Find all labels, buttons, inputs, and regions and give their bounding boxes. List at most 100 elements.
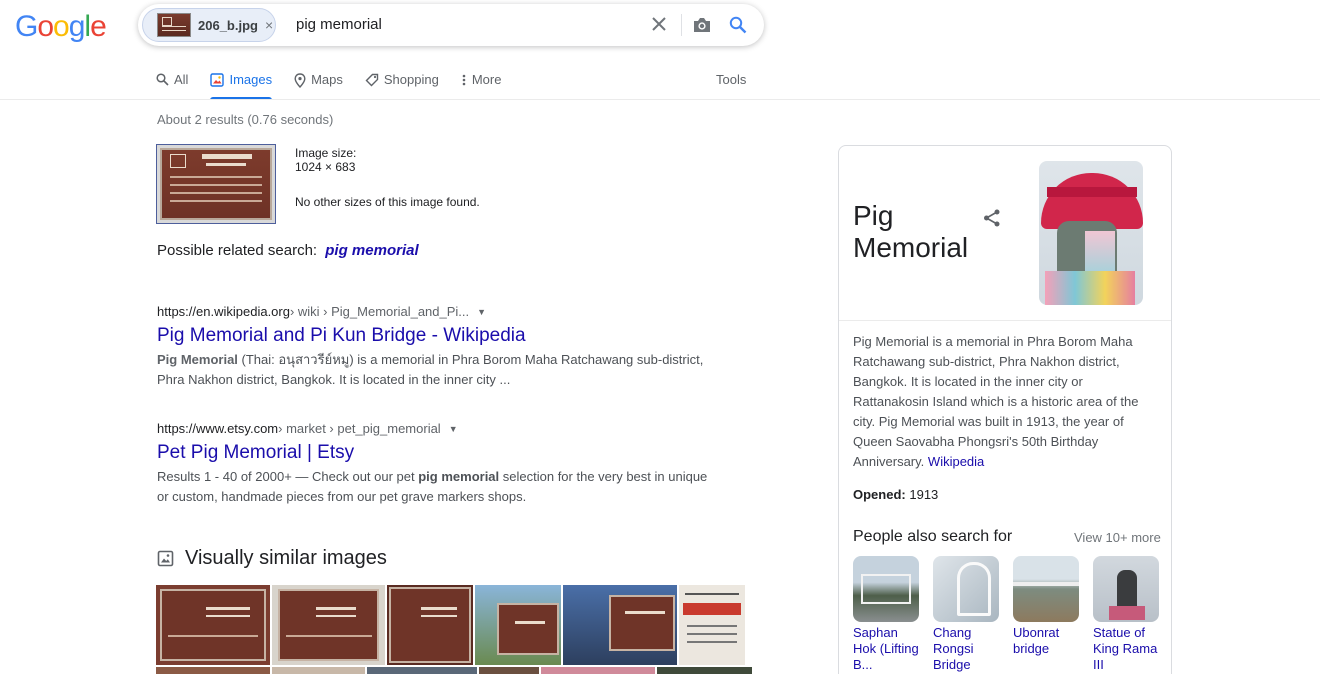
similar-image[interactable] (657, 667, 752, 674)
kp-divider (839, 320, 1171, 321)
image-icon (210, 73, 225, 87)
similar-image[interactable] (563, 585, 677, 665)
tab-label: All (174, 72, 189, 87)
result-domain: https://en.wikipedia.org (157, 304, 290, 319)
logo-letter: o (53, 10, 70, 43)
related-search-link[interactable]: pig memorial (325, 242, 418, 259)
kp-image[interactable] (1039, 161, 1143, 305)
result-title-link[interactable]: Pet Pig Memorial | Etsy (157, 441, 717, 465)
tab-all[interactable]: All (156, 72, 188, 100)
pas-label: Chang Rongsi Bridge (933, 625, 974, 672)
similar-image[interactable] (156, 585, 270, 665)
search-box: 206_b.jpg × pig memorial (138, 4, 764, 46)
similar-image[interactable] (679, 585, 745, 665)
pas-thumbnail (1093, 556, 1159, 622)
pas-label: Ubonrat bridge (1013, 625, 1060, 656)
visually-similar-title: Visually similar images (185, 547, 387, 569)
similar-image[interactable] (367, 667, 477, 674)
view-more-link[interactable]: View 10+ more (1074, 530, 1161, 545)
search-input[interactable]: pig memorial (296, 16, 382, 33)
header-divider (0, 99, 1320, 100)
image-chip[interactable]: 206_b.jpg × (142, 8, 276, 42)
tab-shopping[interactable]: Shopping (365, 72, 439, 100)
pas-thumbnail (1013, 556, 1079, 622)
tag-icon (365, 73, 379, 87)
similar-image[interactable] (541, 667, 655, 674)
result-url[interactable]: https://www.etsy.com › market › pet_pig_… (157, 421, 717, 436)
logo-letter: G (15, 10, 38, 43)
kp-opened-label: Opened: (853, 487, 906, 502)
kp-source-link[interactable]: Wikipedia (928, 454, 984, 469)
similar-images-strip (156, 585, 747, 665)
no-other-sizes: No other sizes of this image found. (295, 195, 480, 209)
kp-opened: Opened: 1913 (853, 487, 938, 502)
share-icon[interactable] (982, 208, 1002, 233)
search-tabs: All Images Maps Shopping More (156, 72, 523, 100)
pas-thumbnail (853, 556, 919, 622)
chevron-down-icon[interactable]: ▼ (449, 424, 458, 434)
tools-button[interactable]: Tools (716, 72, 746, 87)
people-also-search-heading: People also search for (853, 528, 1013, 545)
result-path: › market › pet_pig_memorial (278, 421, 441, 436)
result-domain: https://www.etsy.com (157, 421, 279, 436)
image-icon (157, 550, 174, 567)
search-divider (681, 14, 682, 36)
pas-thumbnail (933, 556, 999, 622)
tab-maps[interactable]: Maps (294, 72, 343, 100)
search-icon (156, 73, 169, 86)
visually-similar-heading: Visually similar images (157, 547, 387, 570)
snippet-text: (Thai: อนุสาวรีย์หมู) is a memorial in P… (157, 352, 704, 387)
tab-label: Maps (311, 72, 343, 87)
people-also-search-item[interactable]: Saphan Hok (Lifting B... (853, 556, 919, 673)
result-snippet: Pig Memorial (Thai: อนุสาวรีย์หมู) is a … (157, 350, 717, 390)
people-also-search-item[interactable]: Statue of King Rama III (1093, 556, 1159, 673)
tab-more[interactable]: More (461, 72, 502, 100)
search-result: https://www.etsy.com › market › pet_pig_… (157, 421, 717, 507)
similar-image[interactable] (272, 667, 365, 674)
more-vertical-icon (462, 74, 466, 86)
result-snippet: Results 1 - 40 of 2000+ — Check out our … (157, 467, 717, 507)
snippet-highlight: pig memorial (418, 469, 500, 484)
related-search: Possible related search: pig memorial (157, 242, 419, 259)
similar-image[interactable] (272, 585, 385, 665)
tab-images[interactable]: Images (210, 72, 272, 100)
image-size-value: 1024 × 683 (295, 160, 356, 174)
camera-icon[interactable] (690, 13, 714, 37)
google-logo[interactable]: Google (15, 10, 107, 44)
result-path: › wiki › Pig_Memorial_and_Pi... (289, 304, 470, 319)
pas-label: Statue of King Rama III (1093, 625, 1158, 672)
chip-thumbnail (157, 13, 191, 37)
knowledge-panel: Pig Memorial Pig Memorial is a memorial … (838, 145, 1172, 674)
result-url[interactable]: https://en.wikipedia.org › wiki › Pig_Me… (157, 304, 717, 319)
chevron-down-icon[interactable]: ▼ (477, 307, 486, 317)
search-icon[interactable] (726, 13, 750, 37)
chip-filename: 206_b.jpg (198, 17, 258, 33)
image-size-label: Image size: (295, 146, 357, 160)
chip-remove-button[interactable]: × (265, 17, 273, 33)
result-title-link[interactable]: Pig Memorial and Pi Kun Bridge - Wikiped… (157, 324, 717, 348)
snippet-highlight: Pig Memorial (157, 352, 238, 367)
people-also-search-row: Saphan Hok (Lifting B... Chang Rongsi Br… (853, 556, 1173, 673)
map-pin-icon (294, 73, 306, 88)
people-also-search-item[interactable]: Ubonrat bridge (1013, 556, 1079, 673)
tab-label: Shopping (383, 72, 439, 87)
tab-label: More (471, 72, 502, 87)
clear-icon[interactable] (646, 11, 672, 37)
logo-letter: o (37, 10, 54, 43)
kp-title: Pig Memorial (853, 200, 969, 263)
similar-image[interactable] (479, 667, 539, 674)
related-search-prefix: Possible related search: (157, 242, 318, 259)
similar-images-strip-row2 (156, 667, 754, 674)
kp-description: Pig Memorial is a memorial in Phra Borom… (853, 332, 1153, 472)
similar-image[interactable] (475, 585, 561, 665)
pas-label: Saphan Hok (Lifting B... (853, 625, 919, 672)
kp-opened-value: 1913 (909, 487, 939, 502)
people-also-search-item[interactable]: Chang Rongsi Bridge (933, 556, 999, 673)
similar-image[interactable] (156, 667, 270, 674)
uploaded-image-thumbnail[interactable] (156, 144, 276, 224)
result-stats: About 2 results (0.76 seconds) (157, 112, 334, 127)
logo-letter: g (68, 10, 86, 43)
similar-image[interactable] (387, 585, 473, 665)
kp-description-text: Pig Memorial is a memorial in Phra Borom… (853, 334, 1139, 469)
search-result: https://en.wikipedia.org › wiki › Pig_Me… (157, 304, 717, 390)
